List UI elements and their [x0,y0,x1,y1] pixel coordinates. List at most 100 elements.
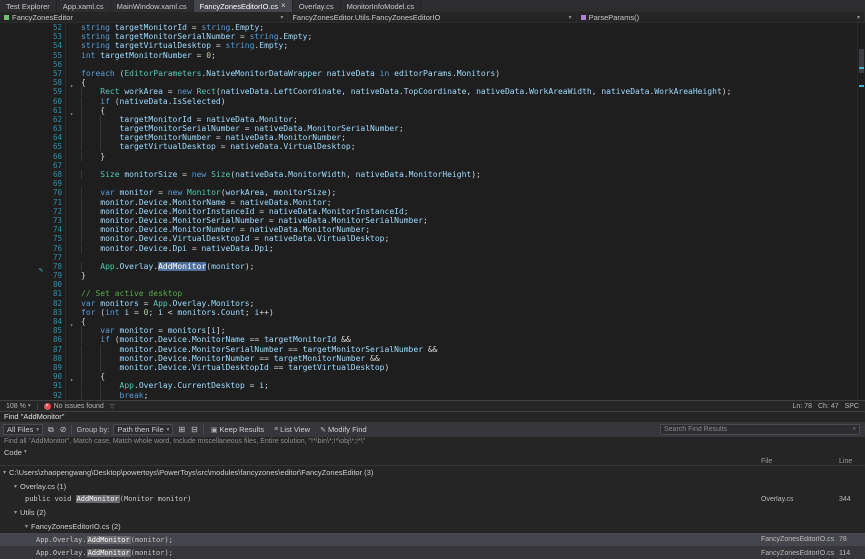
code-line[interactable]: monitor.Device.MonitorInstanceId = nativ… [81,207,865,216]
document-health-indicator[interactable]: × No issues found [44,403,104,410]
code-area[interactable]: string targetMonitorId = string.Empty;st… [77,23,865,400]
code-line[interactable]: string targetMonitorSerialNumber = strin… [81,32,865,41]
code-line[interactable]: monitor.Device.MonitorNumber == targetMo… [81,354,865,363]
code-editor[interactable]: ✎ 52535455565758596061626364656667686970… [0,23,865,400]
code-line[interactable] [81,179,865,188]
code-line[interactable]: monitor.Device.MonitorSerialNumber = nat… [81,216,865,225]
search-box[interactable]: ⌕ [660,424,860,435]
code-line[interactable]: targetVirtualDesktop = nativeData.Virtua… [81,142,865,151]
code-line[interactable]: } [81,271,865,280]
breakpoint-margin[interactable]: ✎ [0,23,46,400]
spaces-indicator[interactable]: SPC [845,403,859,410]
code-line[interactable]: monitor.Device.MonitorName = nativeData.… [81,198,865,207]
code-line[interactable] [81,253,865,262]
code-line[interactable]: { [81,317,865,326]
close-icon[interactable]: × [281,2,286,10]
chevron-down-icon[interactable]: ▾ [70,322,74,329]
line-number: 89 [46,363,62,372]
chevron-down-icon[interactable]: ▾ [14,509,17,516]
tab-label: Overlay.cs [299,2,334,11]
column-indicator[interactable]: Ch: 47 [818,403,839,410]
scope-dropdown[interactable]: All Files ▾ [3,424,43,435]
line-number: 82 [46,299,62,308]
chevron-down-icon[interactable]: ▾ [25,523,28,530]
code-line[interactable]: targetMonitorNumber = nativeData.Monitor… [81,133,865,142]
code-line[interactable]: break; [81,391,865,400]
keep-results-toggle[interactable]: ▣ Keep Results [208,424,267,435]
match-highlight: AddMonitor [87,536,131,544]
tab-mainwindow-xaml-cs[interactable]: MainWindow.xaml.cs [111,0,194,12]
code-line[interactable]: if (nativeData.IsSelected) [81,97,865,106]
code-line[interactable]: targetMonitorId = nativeData.Monitor; [81,115,865,124]
code-line[interactable] [81,161,865,170]
code-line[interactable]: monitor.Device.MonitorSerialNumber == ta… [81,345,865,354]
code-line[interactable]: App.Overlay.AddMonitor(monitor); [81,262,865,271]
file-column-header[interactable]: File [761,458,839,465]
copy-results-icon[interactable]: ⧉ [47,425,55,435]
chevron-down-icon[interactable]: ▾ [70,111,74,118]
line-column-header[interactable]: Line [839,458,865,465]
chevron-down-icon[interactable]: ▾ [14,483,17,490]
tab-app-xaml-cs[interactable]: App.xaml.cs [57,0,111,12]
chevron-down-icon[interactable]: ▾ [70,83,74,90]
code-line[interactable]: var monitor = monitors[i]; [81,326,865,335]
code-line[interactable]: monitor.Device.MonitorNumber = nativeDat… [81,225,865,234]
code-line[interactable]: string targetVirtualDesktop = string.Emp… [81,41,865,50]
code-line[interactable]: { [81,106,865,115]
code-line[interactable]: monitor.Device.VirtualDesktopId == targe… [81,363,865,372]
list-view-button[interactable]: ≡ List View [271,424,313,435]
code-line[interactable] [81,280,865,289]
tab-fancyzoneseditorio-cs[interactable]: FancyZonesEditorIO.cs× [194,0,293,12]
code-line[interactable]: foreach (EditorParameters.NativeMonitorD… [81,69,865,78]
code-filter-dropdown[interactable]: Code ▾ [4,448,27,457]
find-result-row[interactable]: ▾FancyZonesEditorIO.cs (2) [0,520,865,533]
expand-all-icon[interactable]: ⊞ [177,425,186,434]
code-line[interactable]: Rect workArea = new Rect(nativeData.Left… [81,87,865,96]
outlining-margin[interactable]: ▾ ▾ ▾ ▾ [65,23,77,400]
vertical-scrollbar[interactable] [857,23,865,400]
code-line[interactable]: var monitors = App.Overlay.Monitors; [81,299,865,308]
line-number: 54 [46,41,62,50]
code-line[interactable]: Size monitorSize = new Size(nativeData.M… [81,170,865,179]
zoom-control[interactable]: 108 % ▾ [6,403,31,410]
find-result-row[interactable]: App.Overlay.AddMonitor(monitor);FancyZon… [0,533,865,546]
group-by-dropdown[interactable]: Path then File ▾ [113,424,173,435]
find-result-row[interactable]: ▾Utils (2) [0,506,865,519]
code-line[interactable]: } [81,152,865,161]
chevron-down-icon[interactable]: ▾ [70,377,74,384]
find-result-row[interactable]: ▾Overlay.cs (1) [0,479,865,492]
code-line[interactable]: // Set active desktop [81,289,865,298]
tab-test-explorer[interactable]: Test Explorer [0,0,57,12]
tab-monitorinfomodel-cs[interactable]: MonitorInfoModel.cs [341,0,422,12]
code-line[interactable]: int targetMonitorNumber = 0; [81,51,865,60]
code-line[interactable]: var monitor = new Monitor(workArea, moni… [81,188,865,197]
find-result-row[interactable]: public void AddMonitor(Monitor monitor)O… [0,493,865,506]
code-line[interactable] [81,60,865,69]
code-line[interactable]: monitor.Device.Dpi = nativeData.Dpi; [81,244,865,253]
search-find-results-input[interactable] [664,426,851,433]
collapse-all-icon[interactable]: ⊟ [190,425,199,434]
divider [71,425,72,434]
clear-results-icon[interactable]: ⊘ [59,425,68,434]
scrollbar-thumb[interactable] [859,49,864,73]
project-dropdown[interactable]: FancyZonesEditor ▾ [0,12,288,22]
filter-icon[interactable]: ▽ [110,403,115,410]
type-dropdown[interactable]: FancyZonesEditor.Utils.FancyZonesEditorI… [288,12,576,22]
find-result-row[interactable]: ▾C:\Users\zhaopengwang\Desktop\powertoys… [0,466,865,479]
code-line[interactable]: for (int i = 0; i < monitors.Count; i++) [81,308,865,317]
code-line[interactable]: { [81,372,865,381]
code-line[interactable]: string targetMonitorId = string.Empty; [81,23,865,32]
code-line[interactable]: App.Overlay.CurrentDesktop = i; [81,381,865,390]
line-number: 60 [46,97,62,106]
code-line[interactable]: monitor.Device.VirtualDesktopId = native… [81,234,865,243]
code-line[interactable]: if (monitor.Device.MonitorName == target… [81,335,865,344]
code-line[interactable]: { [81,78,865,87]
tab-overlay-cs[interactable]: Overlay.cs [293,0,341,12]
find-result-row[interactable]: App.Overlay.AddMonitor(monitor);FancyZon… [0,546,865,559]
chevron-down-icon[interactable]: ▾ [3,469,6,476]
line-indicator[interactable]: Ln: 78 [793,403,812,410]
member-dropdown[interactable]: ParseParams() ▾ [577,12,865,22]
modify-find-button[interactable]: ✎ Modify Find [317,424,370,435]
code-line[interactable]: targetMonitorSerialNumber = nativeData.M… [81,124,865,133]
line-number: 62 [46,115,62,124]
